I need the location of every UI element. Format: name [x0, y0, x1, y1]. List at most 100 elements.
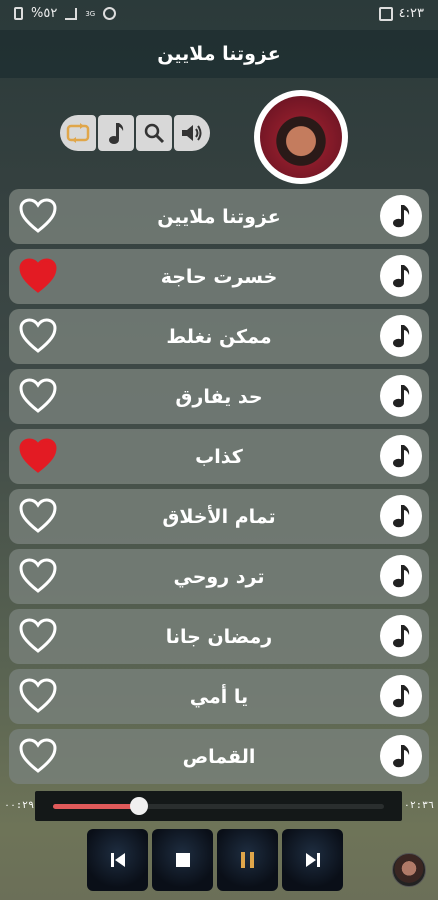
status-left: %٥٢ 3G: [14, 6, 117, 21]
favorite-button[interactable]: [19, 558, 57, 594]
pause-icon: [240, 852, 254, 868]
song-row[interactable]: رمضان جانا: [9, 609, 429, 664]
play-song-button[interactable]: [380, 195, 422, 237]
volume-button[interactable]: [174, 115, 210, 151]
play-song-button[interactable]: [380, 315, 422, 357]
elapsed-time: ٠٠:٢٩: [4, 800, 35, 811]
heart-filled-icon: [19, 438, 57, 473]
song-row[interactable]: كذاب: [9, 429, 429, 484]
play-song-button[interactable]: [380, 555, 422, 597]
song-row[interactable]: ممكن نغلط: [9, 309, 429, 364]
music-note-icon: [393, 745, 410, 768]
music-note-icon: [109, 123, 124, 144]
play-song-button[interactable]: [380, 495, 422, 537]
previous-button[interactable]: [87, 829, 148, 891]
music-note-icon: [393, 505, 410, 528]
play-song-button[interactable]: [380, 255, 422, 297]
song-title: عزوتنا ملايين: [157, 205, 281, 228]
music-note-icon: [393, 625, 410, 648]
song-list: عزوتنا ملايين خسرت حاجة ممكن نغلط حد يفارق ك…: [9, 189, 429, 789]
favorite-button[interactable]: [19, 738, 57, 774]
music-note-icon: [393, 205, 410, 228]
mini-artist-avatar[interactable]: [392, 853, 426, 887]
song-row[interactable]: ترد روحي: [9, 549, 429, 604]
favorite-button[interactable]: [19, 258, 57, 294]
music-note-icon: [393, 445, 410, 468]
skip-next-icon: [305, 853, 320, 867]
play-song-button[interactable]: [380, 615, 422, 657]
music-note-icon: [393, 565, 410, 588]
alarm-icon: [103, 7, 117, 20]
signal-icon: [65, 7, 78, 20]
song-title: يا أمي: [189, 685, 249, 708]
play-song-button[interactable]: [380, 735, 422, 777]
song-row[interactable]: تمام الأخلاق: [9, 489, 429, 544]
seek-track[interactable]: [53, 797, 384, 815]
favorite-button[interactable]: [19, 318, 57, 354]
song-title: كذاب: [195, 445, 243, 468]
status-time: ٤:٢٣: [398, 6, 424, 21]
heart-filled-icon: [19, 258, 57, 293]
battery-icon: [14, 7, 23, 20]
total-duration: ٠٢:٣٦: [403, 800, 434, 811]
control-bar: [60, 115, 210, 153]
song-row[interactable]: يا أمي: [9, 669, 429, 724]
seek-bar[interactable]: [35, 791, 402, 821]
favorite-button[interactable]: [19, 618, 57, 654]
skip-previous-icon: [110, 853, 125, 867]
song-title: ترد روحي: [173, 565, 265, 588]
music-note-icon: [393, 385, 410, 408]
notification-icon: [378, 6, 393, 21]
song-row[interactable]: خسرت حاجة: [9, 249, 429, 304]
favorite-button[interactable]: [19, 198, 57, 234]
music-note-icon: [393, 325, 410, 348]
song-title: القماص: [182, 745, 256, 768]
title-bar: عزوتنا ملايين: [0, 30, 438, 78]
song-title: ممكن نغلط: [166, 325, 272, 348]
play-song-button[interactable]: [380, 435, 422, 477]
heart-outline-icon: [19, 378, 57, 413]
artist-photo: [260, 96, 342, 178]
seek-thumb[interactable]: [130, 797, 149, 815]
stop-button[interactable]: [152, 829, 213, 891]
status-right: ٤:٢٣: [378, 6, 424, 21]
search-button[interactable]: [136, 115, 172, 151]
artist-avatar: [254, 90, 348, 184]
next-button[interactable]: [282, 829, 343, 891]
heart-outline-icon: [19, 678, 57, 713]
status-bar: %٥٢ 3G ٤:٢٣: [0, 0, 438, 30]
music-note-icon: [393, 685, 410, 708]
player-controls: [87, 829, 343, 891]
favorite-button[interactable]: [19, 678, 57, 714]
song-row[interactable]: حد يفارق: [9, 369, 429, 424]
repeat-icon: [66, 123, 90, 143]
favorite-button[interactable]: [19, 378, 57, 414]
song-row[interactable]: القماص: [9, 729, 429, 784]
repeat-button[interactable]: [60, 115, 96, 151]
music-note-icon: [393, 265, 410, 288]
song-title: حد يفارق: [175, 385, 263, 408]
playlist-button[interactable]: [98, 115, 134, 151]
song-row[interactable]: عزوتنا ملايين: [9, 189, 429, 244]
heart-outline-icon: [19, 198, 57, 233]
heart-outline-icon: [19, 618, 57, 653]
play-song-button[interactable]: [380, 375, 422, 417]
network-type: 3G: [85, 9, 96, 18]
heart-outline-icon: [19, 498, 57, 533]
seek-progress: [53, 804, 140, 809]
search-icon: [144, 123, 165, 144]
page-title: عزوتنا ملايين: [157, 43, 281, 65]
stop-icon: [175, 853, 190, 867]
favorite-button[interactable]: [19, 498, 57, 534]
heart-outline-icon: [19, 738, 57, 773]
pause-button[interactable]: [217, 829, 278, 891]
song-title: رمضان جانا: [165, 625, 273, 648]
play-song-button[interactable]: [380, 675, 422, 717]
battery-text: %٥٢: [31, 6, 58, 21]
volume-icon: [182, 125, 202, 141]
heart-outline-icon: [19, 558, 57, 593]
heart-outline-icon: [19, 318, 57, 353]
song-title: تمام الأخلاق: [162, 505, 276, 528]
favorite-button[interactable]: [19, 438, 57, 474]
song-title: خسرت حاجة: [160, 265, 278, 288]
